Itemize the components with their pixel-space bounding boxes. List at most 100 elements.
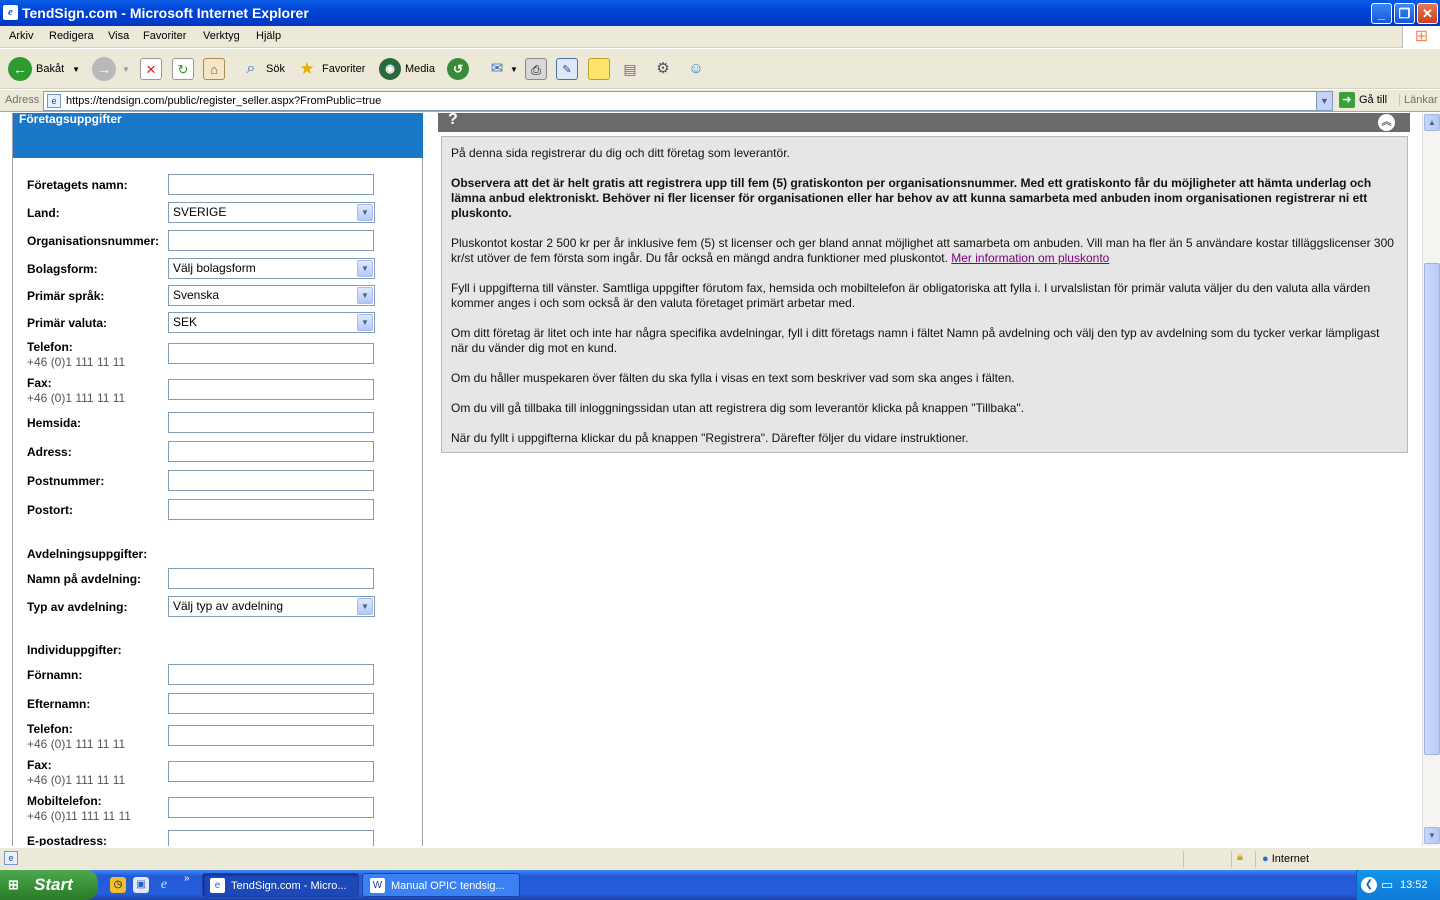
chevron-down-icon: ▼ [357,260,373,277]
go-button[interactable]: ➜ Gå till [1339,92,1387,108]
country-label: Land: [27,206,60,220]
media-button[interactable]: ◉ Media [379,55,435,83]
printer-icon: ⎙ [525,58,547,80]
company-type-label: Bolagsform: [27,262,98,276]
email-input[interactable] [168,830,374,846]
dept-name-input[interactable] [168,568,374,589]
start-button[interactable]: ⊞ Start [0,870,98,900]
search-button[interactable]: ⌕ Sök [240,55,285,83]
tray-expand-icon[interactable]: ❮ [1361,877,1377,893]
print-button[interactable]: ⎙ [525,55,547,83]
start-label: Start [34,875,73,894]
tools-button[interactable]: ⚙ [652,55,674,83]
info-panel-header: ? ︽ [438,113,1410,132]
city-input[interactable] [168,499,374,520]
mobile-input[interactable] [168,797,374,818]
vertical-scrollbar[interactable]: ▲ ▼ [1422,113,1440,846]
dept-type-select[interactable]: Välj typ av avdelning ▼ [168,596,375,617]
forward-dropdown-icon[interactable]: ▼ [122,65,130,74]
quicklaunch-desktop-icon[interactable]: ▣ [133,877,149,893]
note-icon [588,58,610,80]
edit-button[interactable]: ✎ [556,55,578,83]
ie-icon: e [210,878,225,893]
menu-visa[interactable]: Visa [108,30,129,42]
clock[interactable]: 13:52 [1400,870,1428,900]
language-select[interactable]: Svenska ▼ [168,285,375,306]
info-hover: Om du håller muspekaren över fälten du s… [451,371,1015,385]
fax-input[interactable] [168,379,374,400]
dept-name-label: Namn på avdelning: [27,572,142,586]
network-icon[interactable]: ▭ [1381,870,1393,900]
org-number-label: Organisationsnummer: [27,234,160,248]
website-input[interactable] [168,412,374,433]
globe-icon: ● [1262,853,1269,865]
first-name-label: Förnamn: [27,668,83,682]
phone-label: Telefon: [27,340,73,354]
quicklaunch-ie-icon[interactable]: e [156,877,172,893]
dept-section-title: Avdelningsuppgifter: [27,547,148,561]
home-icon: ⌂ [203,58,225,80]
info-intro: På denna sida registrerar du dig och dit… [451,146,790,160]
currency-select[interactable]: SEK ▼ [168,312,375,333]
mail-dropdown-icon[interactable]: ▼ [510,65,518,74]
discuss-button[interactable] [588,55,610,83]
page-content: Företagsuppgifter Företagets namn: Land:… [0,113,1422,846]
close-button[interactable]: ✕ [1417,3,1438,24]
last-name-input[interactable] [168,693,374,714]
info-free-accounts: Observera att det är helt gratis att reg… [451,176,1372,220]
language-label: Primär språk: [27,289,105,303]
favorites-button[interactable]: ★ Favoriter [296,55,365,83]
info-plus-account: Pluskontot kostar 2 500 kr per år inklus… [451,236,1394,265]
home-button[interactable]: ⌂ [203,55,225,83]
address-input-field[interactable] [168,441,374,462]
indiv-phone-input[interactable] [168,725,374,746]
phone-input[interactable] [168,343,374,364]
back-button[interactable]: ← Bakåt ▼ [8,55,80,83]
info-back: Om du vill gå tillbaka till inloggningss… [451,401,1025,415]
menu-redigera[interactable]: Redigera [49,30,94,42]
research-button[interactable]: ▤ [619,55,641,83]
maximize-button[interactable]: ❐ [1394,3,1415,24]
menu-hjalp[interactable]: Hjälp [256,30,281,42]
gear-icon: ⚙ [656,60,670,77]
first-name-input[interactable] [168,664,374,685]
task1-label: TendSign.com - Micro... [231,880,347,892]
menu-favoriter[interactable]: Favoriter [143,30,186,42]
forward-button[interactable]: → ▼ [92,55,130,83]
help-icon: ? [448,113,458,128]
mobile-label: Mobiltelefon: [27,794,102,808]
address-input[interactable]: e https://tendsign.com/public/register_s… [43,91,1333,111]
back-label: Bakåt [36,63,65,75]
company-name-input[interactable] [168,174,374,195]
messenger-button[interactable]: ☺ [685,55,707,83]
plus-account-link[interactable]: Mer information om pluskonto [951,251,1109,265]
zip-input[interactable] [168,470,374,491]
menu-arkiv[interactable]: Arkiv [9,30,33,42]
country-select[interactable]: SVERIGE ▼ [168,202,375,223]
back-dropdown-icon[interactable]: ▼ [72,65,80,74]
company-type-select[interactable]: Välj bolagsform ▼ [168,258,375,279]
stop-button[interactable]: ✕ [140,55,162,83]
indiv-phone-hint: +46 (0)1 111 11 11 [27,737,126,751]
media-icon: ◉ [379,58,401,80]
quicklaunch-outlook-icon[interactable]: ◷ [110,877,126,893]
links-button[interactable]: Länkar [1399,94,1438,106]
zip-label: Postnummer: [27,474,105,488]
indiv-fax-input[interactable] [168,761,374,782]
scroll-down-icon[interactable]: ▼ [1424,827,1440,844]
address-dropdown-icon[interactable]: ▼ [1316,92,1332,110]
last-name-label: Efternamn: [27,697,91,711]
quicklaunch-more-icon[interactable]: » [184,873,190,884]
scroll-up-icon[interactable]: ▲ [1424,114,1440,131]
minimize-button[interactable]: _ [1371,3,1392,24]
mail-button[interactable]: ✉ ▼ [486,55,518,83]
org-number-input[interactable] [168,230,374,251]
refresh-button[interactable]: ↻ [172,55,194,83]
refresh-icon: ↻ [172,58,194,80]
collapse-icon[interactable]: ︽ [1378,114,1395,131]
scroll-thumb[interactable] [1424,263,1440,755]
taskbar-item-manual[interactable]: W Manual OPIC tendsig... [362,873,520,897]
menu-verktyg[interactable]: Verktyg [203,30,240,42]
history-button[interactable]: ↺ [447,55,469,83]
taskbar-item-tendsign[interactable]: e TendSign.com - Micro... [202,873,359,897]
